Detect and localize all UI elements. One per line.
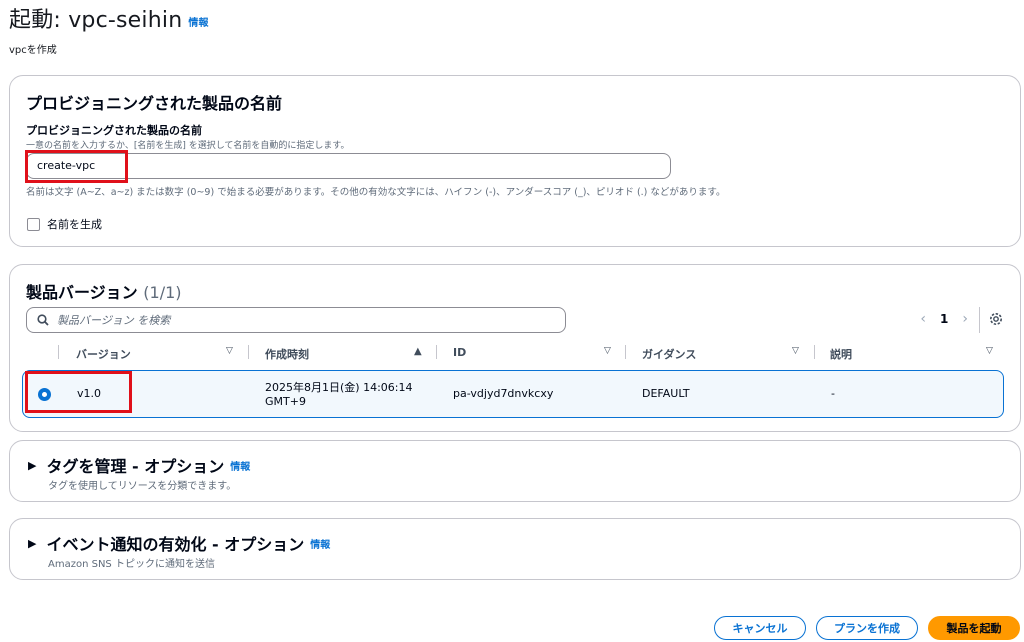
- create-plan-button[interactable]: プランを作成: [816, 616, 918, 640]
- tags-description: タグを使用してリソースを分類できます。: [48, 481, 237, 492]
- column-header-created[interactable]: 作成時刻: [265, 346, 309, 362]
- name-field-label: プロビジョニングされた製品の名前: [26, 124, 202, 137]
- sort-caret-icon[interactable]: ▽: [604, 346, 611, 356]
- name-panel: プロビジョニングされた製品の名前 プロビジョニングされた製品の名前 一意の名前を…: [9, 75, 1021, 247]
- sort-caret-icon[interactable]: ▽: [986, 346, 993, 356]
- tags-panel: ▶ タグを管理 - オプション 情報 タグを使用してリソースを分類できます。: [9, 440, 1021, 502]
- cell-id: pa-vdjyd7dnvkcxy: [453, 387, 554, 400]
- generate-name-checkbox[interactable]: [27, 217, 40, 231]
- page-subtitle: vpcを作成: [9, 45, 57, 56]
- column-header-id[interactable]: ID: [453, 346, 466, 359]
- column-divider: [625, 345, 626, 359]
- pager-divider: [979, 307, 980, 333]
- search-icon: [37, 314, 49, 326]
- generate-name-label[interactable]: 名前を生成: [47, 216, 102, 232]
- caret-right-icon: ▶: [28, 536, 37, 550]
- cell-version: v1.0: [77, 387, 102, 400]
- caret-right-icon: ▶: [28, 458, 37, 472]
- versions-heading-text: 製品バージョン: [26, 283, 138, 302]
- cell-created-zone: GMT+9: [265, 395, 306, 408]
- events-description: Amazon SNS トピックに通知を送信: [48, 559, 215, 570]
- page-title: 起動: vpc-seihin 情報: [9, 2, 209, 34]
- sort-asc-icon[interactable]: ▲: [414, 346, 422, 357]
- name-constraint-text: 名前は文字 (A~Z、a~z) または数字 (0~9) で始まる必要があります。…: [26, 187, 726, 198]
- versions-panel: 製品バージョン (1/1) 製品バージョン を検索 ‹ 1 › バージョン ▽ …: [9, 264, 1021, 432]
- events-title[interactable]: イベント通知の有効化 - オプション: [46, 531, 304, 555]
- page-title-text: 起動: vpc-seihin: [9, 8, 183, 33]
- page-number[interactable]: 1: [940, 312, 948, 326]
- version-search-input[interactable]: 製品バージョン を検索: [26, 307, 566, 333]
- name-panel-heading: プロビジョニングされた製品の名前: [26, 94, 283, 113]
- column-divider: [58, 345, 59, 359]
- table-row[interactable]: v1.0 2025年8月1日(金) 14:06:14 GMT+9 pa-vdjy…: [22, 370, 1004, 418]
- cancel-button[interactable]: キャンセル: [714, 616, 806, 640]
- column-divider: [436, 345, 437, 359]
- versions-heading: 製品バージョン (1/1): [26, 279, 182, 303]
- prev-page-icon[interactable]: ‹: [920, 311, 926, 327]
- tags-title[interactable]: タグを管理 - オプション: [46, 453, 224, 477]
- tags-info-link[interactable]: 情報: [230, 458, 250, 473]
- product-name-input[interactable]: create-vpc: [26, 153, 671, 179]
- search-placeholder: 製品バージョン を検索: [57, 314, 171, 327]
- column-header-version[interactable]: バージョン: [76, 346, 131, 362]
- events-info-link[interactable]: 情報: [310, 536, 330, 551]
- column-divider: [248, 345, 249, 359]
- cell-guidance: DEFAULT: [642, 387, 690, 400]
- next-page-icon[interactable]: ›: [962, 311, 968, 327]
- pagination: ‹ 1 ›: [920, 311, 968, 327]
- events-panel: ▶ イベント通知の有効化 - オプション 情報 Amazon SNS トピックに…: [9, 518, 1021, 580]
- column-header-description[interactable]: 説明: [830, 346, 852, 362]
- title-info-link[interactable]: 情報: [188, 18, 208, 29]
- generate-name-option[interactable]: 名前を生成: [27, 216, 102, 232]
- tags-expander[interactable]: ▶ タグを管理 - オプション 情報: [28, 453, 250, 477]
- cell-created-date: 2025年8月1日(金) 14:06:14: [265, 381, 413, 394]
- table-header: バージョン ▽ 作成時刻 ▲ ID ▽ ガイダンス ▽ 説明 ▽: [10, 343, 1020, 365]
- name-field-description: 一意の名前を入力するか、[名前を生成] を選択して名前を自動的に指定します。: [26, 141, 350, 151]
- row-radio-selected[interactable]: [38, 388, 51, 401]
- gear-icon[interactable]: [988, 311, 1004, 327]
- events-expander[interactable]: ▶ イベント通知の有効化 - オプション 情報: [28, 531, 330, 555]
- versions-count: (1/1): [143, 283, 182, 302]
- cell-description: -: [831, 387, 835, 400]
- column-divider: [814, 345, 815, 359]
- sort-caret-icon[interactable]: ▽: [792, 346, 799, 356]
- column-header-guidance[interactable]: ガイダンス: [642, 346, 696, 362]
- launch-product-button[interactable]: 製品を起動: [928, 616, 1020, 640]
- sort-caret-icon[interactable]: ▽: [226, 346, 233, 356]
